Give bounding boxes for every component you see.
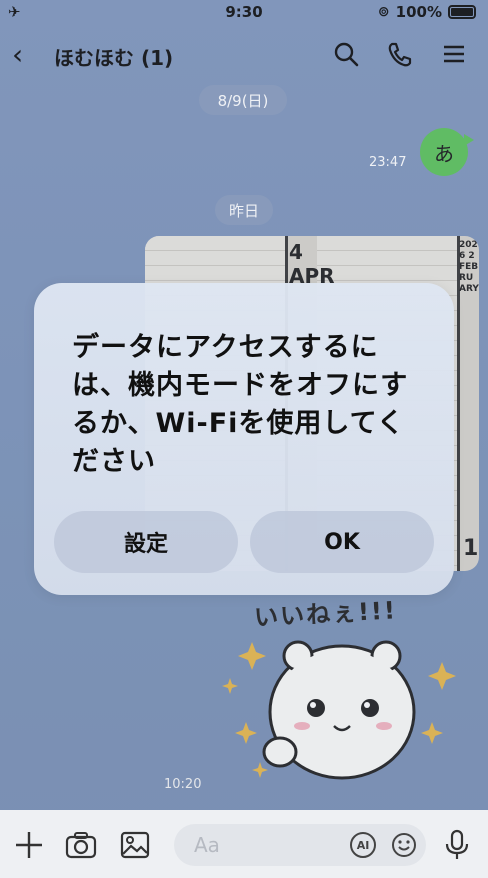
message-input-bar: Aa AI: [0, 810, 488, 878]
message-placeholder: Aa: [194, 833, 220, 857]
plus-icon[interactable]: [12, 828, 46, 862]
image-icon[interactable]: [118, 828, 152, 862]
message-input[interactable]: Aa AI: [174, 824, 426, 866]
settings-button[interactable]: 設定: [54, 511, 238, 573]
ok-button[interactable]: OK: [250, 511, 434, 573]
camera-icon[interactable]: [64, 828, 98, 862]
alert-message: データにアクセスするには、機内モードをオフにするか、Wi-Fiを使用してください: [72, 332, 409, 477]
alert-dialog: データにアクセスするには、機内モードをオフにするか、Wi-Fiを使用してください…: [34, 283, 454, 595]
ai-icon[interactable]: AI: [350, 832, 376, 858]
microphone-icon[interactable]: [440, 828, 474, 862]
emoji-icon[interactable]: [390, 831, 418, 859]
